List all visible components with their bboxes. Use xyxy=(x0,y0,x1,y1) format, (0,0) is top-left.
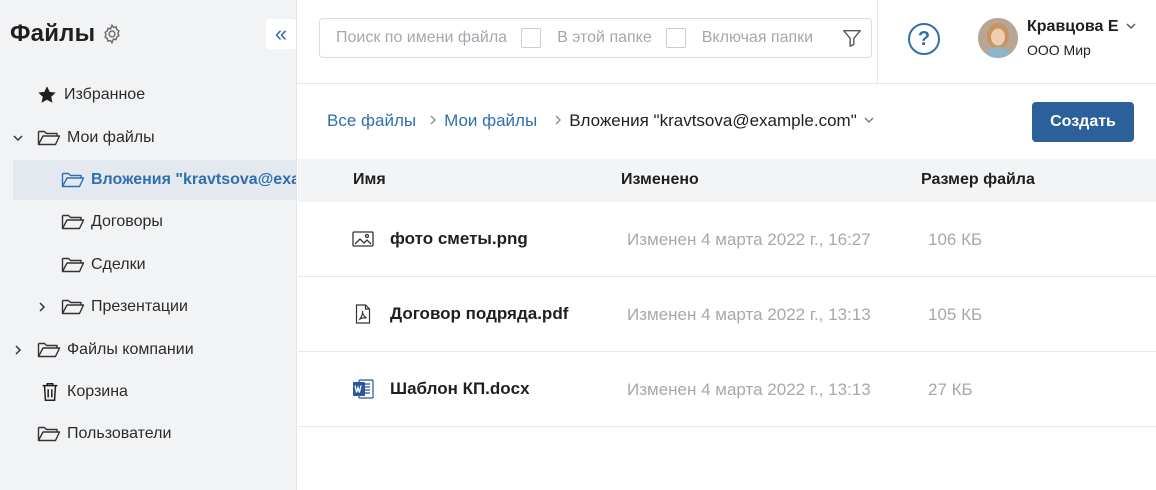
image-file-icon xyxy=(352,228,374,250)
create-button[interactable]: Создать xyxy=(1032,102,1134,142)
help-icon[interactable]: ? xyxy=(908,23,940,55)
chevron-right-icon[interactable] xyxy=(33,301,51,313)
table-row[interactable]: Договор подряда.pdf Изменен 4 марта 2022… xyxy=(298,277,1156,352)
sidebar-item-label: Презентации xyxy=(91,298,188,315)
file-name[interactable]: Шаблон КП.docx xyxy=(390,379,530,399)
file-size: 27 КБ xyxy=(928,380,973,399)
sidebar-item-label: Мои файлы xyxy=(67,129,155,146)
table-header: Имя Изменено Размер файла xyxy=(298,159,1156,202)
breadcrumb-my-files[interactable]: Мои файлы xyxy=(444,111,537,131)
chevron-down-icon[interactable] xyxy=(9,132,27,144)
sidebar-header: Файлы xyxy=(10,18,123,50)
sidebar-item-attachments[interactable]: Вложения "kravtsova@example.com" xyxy=(13,160,296,200)
sidebar-item-contracts[interactable]: Договоры xyxy=(61,202,163,242)
column-header-size[interactable]: Размер файла xyxy=(921,171,1035,189)
sidebar-item-label: Файлы компании xyxy=(67,341,194,358)
sidebar-item-label: Корзина xyxy=(67,383,128,400)
divider xyxy=(877,0,878,84)
filter-icon[interactable] xyxy=(841,27,863,49)
sidebar-item-deals[interactable]: Сделки xyxy=(61,245,146,285)
sidebar-item-my-files[interactable]: Мои файлы xyxy=(9,118,155,158)
file-modified: Изменен 4 марта 2022 г., 13:13 xyxy=(627,305,871,324)
chevron-right-icon xyxy=(428,113,438,130)
pdf-file-icon xyxy=(352,303,374,325)
file-size: 105 КБ xyxy=(928,305,983,324)
column-header-name[interactable]: Имя xyxy=(353,171,386,189)
star-icon xyxy=(36,84,58,106)
sidebar-item-presentations[interactable]: Презентации xyxy=(33,287,188,327)
file-modified: Изменен 4 марта 2022 г., 16:27 xyxy=(627,230,871,249)
user-org: ООО Мир xyxy=(1027,42,1091,58)
folder-icon xyxy=(61,171,85,189)
in-folder-label: В этой папке xyxy=(557,29,652,46)
chevron-down-icon[interactable] xyxy=(1125,20,1137,35)
search-input[interactable]: Поиск по имени файла xyxy=(336,29,507,47)
sidebar-item-label: Договоры xyxy=(91,213,163,230)
include-folders-checkbox[interactable] xyxy=(665,28,686,48)
breadcrumb-all-files[interactable]: Все файлы xyxy=(327,111,416,131)
file-modified: Изменен 4 марта 2022 г., 13:13 xyxy=(627,380,871,399)
word-file-icon xyxy=(352,378,374,400)
include-folders-label: Включая папки xyxy=(701,29,814,46)
sidebar-item-company-files[interactable]: Файлы компании xyxy=(9,330,194,370)
file-name[interactable]: фото сметы.png xyxy=(390,229,528,249)
double-chevron-left-icon: « xyxy=(274,21,288,46)
folder-icon xyxy=(37,425,61,443)
sidebar-item-users[interactable]: Пользователи xyxy=(37,414,171,454)
table-row[interactable]: Шаблон КП.docx Изменен 4 марта 2022 г., … xyxy=(298,352,1156,427)
breadcrumb: Все файлы Мои файлы Вложения "kravtsova@… xyxy=(327,109,875,133)
folder-icon xyxy=(61,256,85,274)
chevron-right-icon[interactable] xyxy=(9,344,27,356)
sidebar: Файлы « Избранное Мои файлы Вложения "kr… xyxy=(0,0,297,490)
sidebar-item-label: Сделки xyxy=(91,256,146,273)
trash-icon xyxy=(39,381,61,403)
file-size: 106 КБ xyxy=(928,230,983,249)
page-title: Файлы xyxy=(10,20,96,47)
sidebar-item-label: Вложения "kravtsova@example.com" xyxy=(91,171,296,188)
in-folder-checkbox[interactable] xyxy=(521,28,542,48)
column-header-modified[interactable]: Изменено xyxy=(621,171,699,189)
folder-icon xyxy=(37,341,61,359)
sidebar-item-favorites[interactable]: Избранное xyxy=(36,75,145,115)
top-bar: Поиск по имени файла В этой папке Включа… xyxy=(297,0,1156,84)
search-bar[interactable]: Поиск по имени файла В этой папке Включа… xyxy=(319,18,872,58)
collapse-sidebar-button[interactable]: « xyxy=(266,19,296,49)
folder-icon xyxy=(37,129,61,147)
chevron-right-icon xyxy=(553,113,563,130)
chevron-down-icon[interactable] xyxy=(863,114,875,129)
sidebar-item-label: Пользователи xyxy=(67,425,172,442)
avatar[interactable] xyxy=(978,18,1018,58)
file-name[interactable]: Договор подряда.pdf xyxy=(390,304,568,324)
breadcrumb-current[interactable]: Вложения "kravtsova@example.com" xyxy=(569,111,857,131)
folder-icon xyxy=(61,213,85,231)
sidebar-item-trash[interactable]: Корзина xyxy=(39,372,128,412)
sidebar-item-label: Избранное xyxy=(64,86,146,103)
gear-icon[interactable] xyxy=(101,23,123,45)
user-name[interactable]: Кравцова Е xyxy=(1027,18,1119,36)
folder-icon xyxy=(61,298,85,316)
table-row[interactable]: фото сметы.png Изменен 4 марта 2022 г., … xyxy=(298,202,1156,277)
